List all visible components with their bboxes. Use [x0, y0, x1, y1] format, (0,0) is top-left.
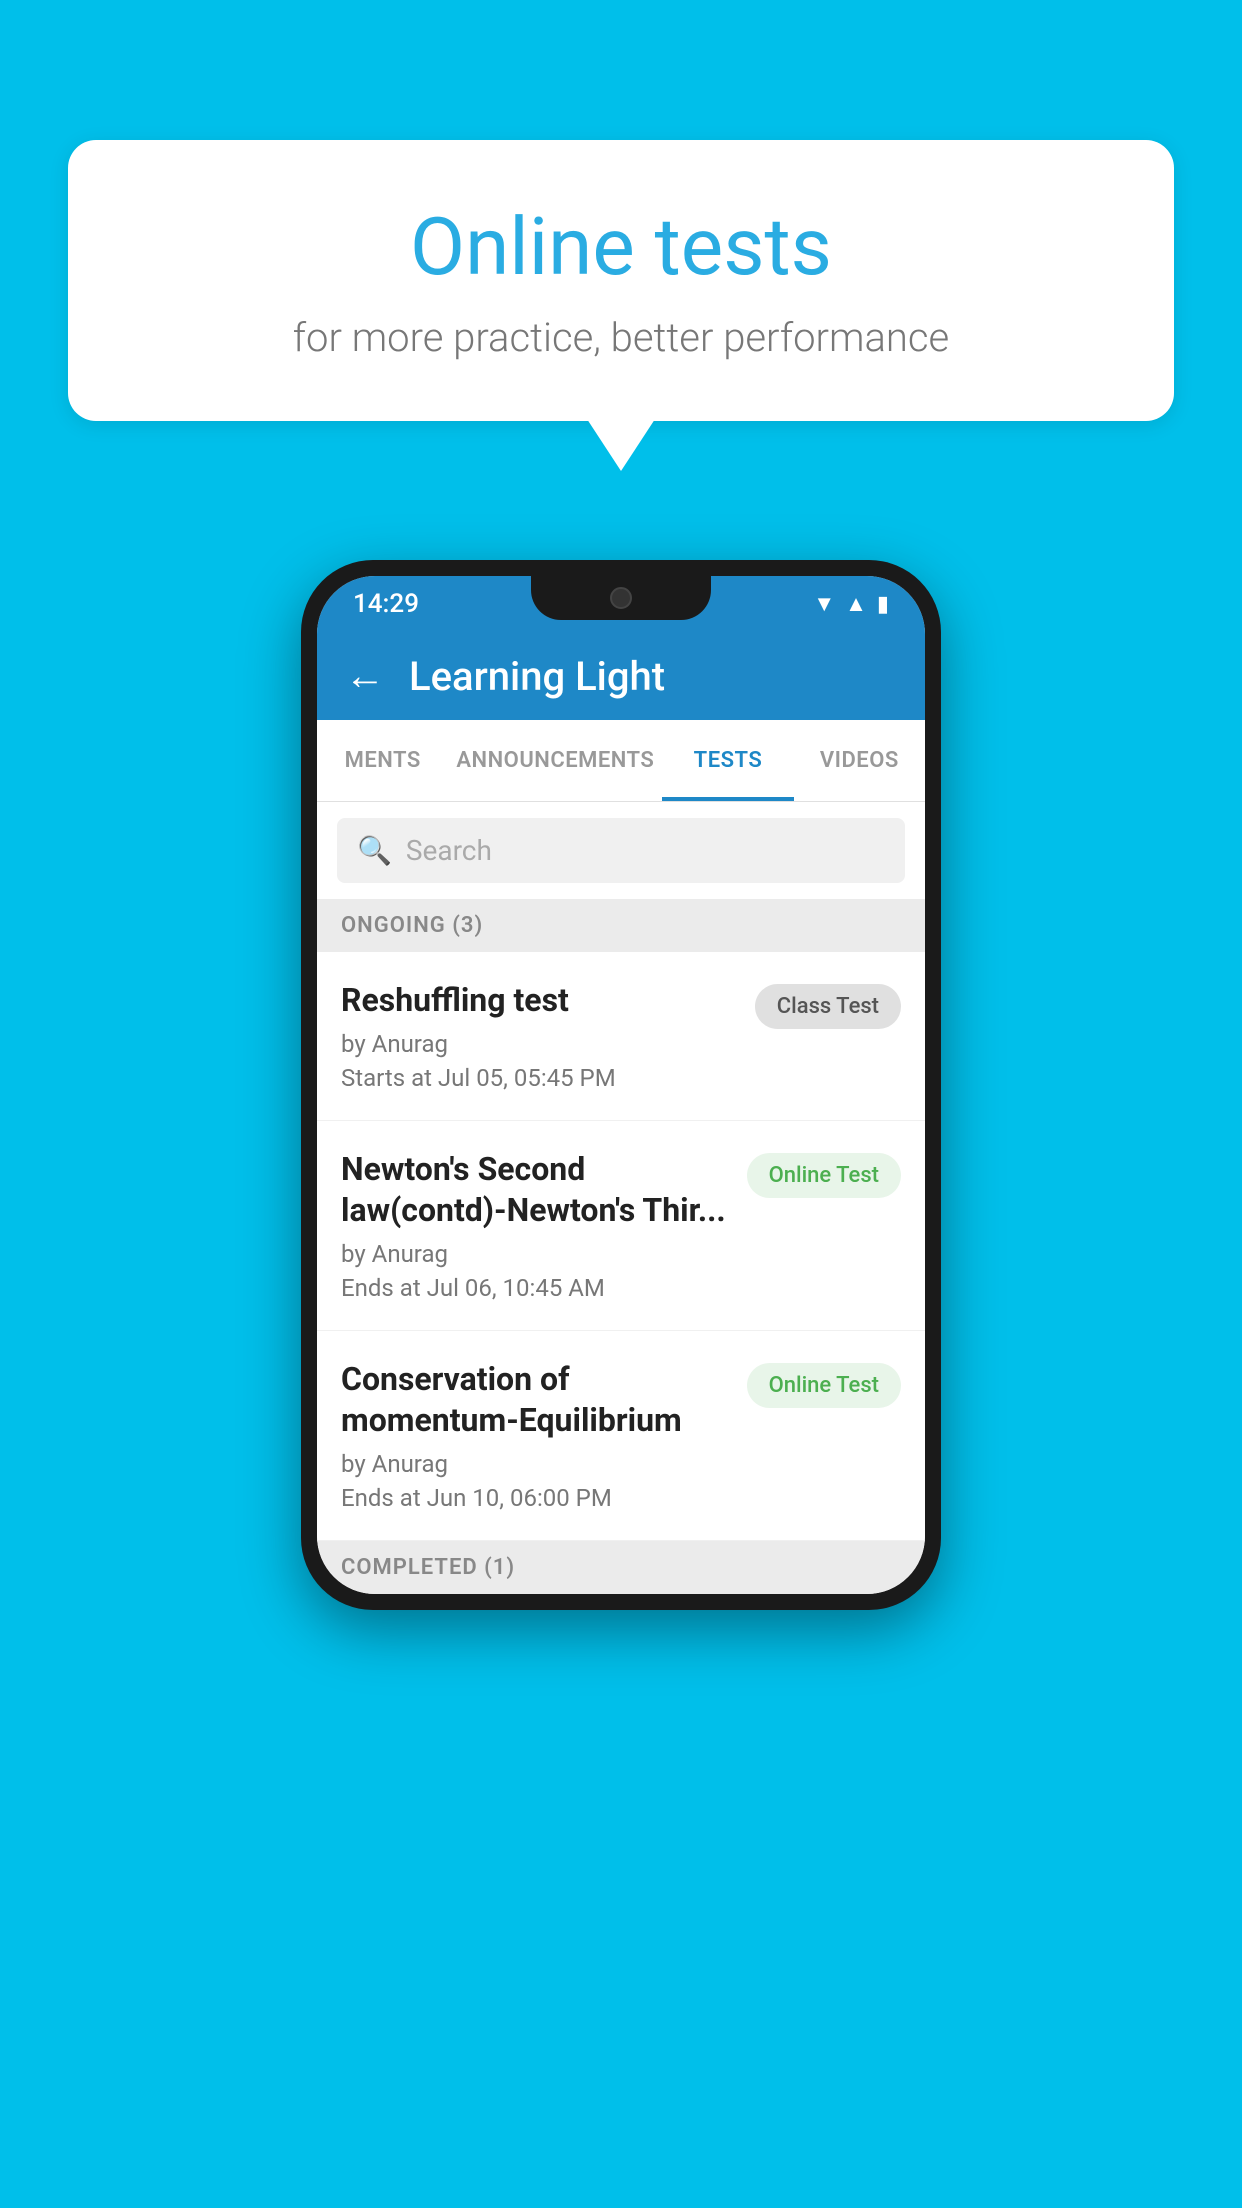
test-info-2: Newton's Second law(contd)-Newton's Thir… [341, 1149, 731, 1302]
test-date-3: Ends at Jun 10, 06:00 PM [341, 1484, 731, 1512]
test-author-2: by Anurag [341, 1240, 731, 1268]
test-item-2[interactable]: Newton's Second law(contd)-Newton's Thir… [317, 1121, 925, 1331]
test-title-3: Conservation of momentum-Equilibrium [341, 1359, 731, 1442]
test-title-1: Reshuffling test [341, 980, 739, 1022]
status-time: 14:29 [353, 589, 419, 619]
speech-bubble: Online tests for more practice, better p… [68, 140, 1174, 421]
tab-ments[interactable]: MENTS [317, 720, 448, 801]
test-author-1: by Anurag [341, 1030, 739, 1058]
battery-icon: ▮ [877, 592, 889, 617]
test-info-3: Conservation of momentum-Equilibrium by … [341, 1359, 731, 1512]
phone-outer: 14:29 ▼ ▲ ▮ ← Learning Light MENTS ANNOU… [301, 560, 941, 1610]
completed-section-label: COMPLETED (1) [317, 1541, 925, 1594]
status-icons: ▼ ▲ ▮ [813, 591, 889, 617]
test-list: Reshuffling test by Anurag Starts at Jul… [317, 952, 925, 1541]
test-info-1: Reshuffling test by Anurag Starts at Jul… [341, 980, 739, 1092]
test-badge-1: Class Test [755, 984, 901, 1029]
tabs-container: MENTS ANNOUNCEMENTS TESTS VIDEOS [317, 720, 925, 802]
phone-screen: 14:29 ▼ ▲ ▮ ← Learning Light MENTS ANNOU… [317, 576, 925, 1594]
phone-mockup: 14:29 ▼ ▲ ▮ ← Learning Light MENTS ANNOU… [301, 560, 941, 1610]
search-icon: 🔍 [357, 834, 392, 867]
search-bar[interactable]: 🔍 Search [337, 818, 905, 883]
search-container: 🔍 Search [317, 802, 925, 899]
phone-notch [531, 576, 711, 620]
test-date-1: Starts at Jul 05, 05:45 PM [341, 1064, 739, 1092]
bubble-title: Online tests [148, 200, 1094, 294]
test-badge-2: Online Test [747, 1153, 901, 1198]
test-author-3: by Anurag [341, 1450, 731, 1478]
test-badge-3: Online Test [747, 1363, 901, 1408]
tab-tests[interactable]: TESTS [662, 720, 793, 801]
test-item-1[interactable]: Reshuffling test by Anurag Starts at Jul… [317, 952, 925, 1121]
test-date-2: Ends at Jul 06, 10:45 AM [341, 1274, 731, 1302]
tab-announcements[interactable]: ANNOUNCEMENTS [448, 720, 662, 801]
wifi-icon: ▼ [813, 591, 835, 617]
search-placeholder: Search [406, 834, 492, 867]
back-button[interactable]: ← [345, 656, 385, 696]
app-header: ← Learning Light [317, 632, 925, 720]
tab-videos[interactable]: VIDEOS [794, 720, 925, 801]
speech-bubble-section: Online tests for more practice, better p… [68, 140, 1174, 421]
signal-icon: ▲ [845, 591, 867, 617]
test-item-3[interactable]: Conservation of momentum-Equilibrium by … [317, 1331, 925, 1541]
ongoing-section-label: ONGOING (3) [317, 899, 925, 952]
camera [610, 587, 632, 609]
bubble-subtitle: for more practice, better performance [148, 314, 1094, 361]
test-title-2: Newton's Second law(contd)-Newton's Thir… [341, 1149, 731, 1232]
app-title: Learning Light [409, 653, 665, 700]
